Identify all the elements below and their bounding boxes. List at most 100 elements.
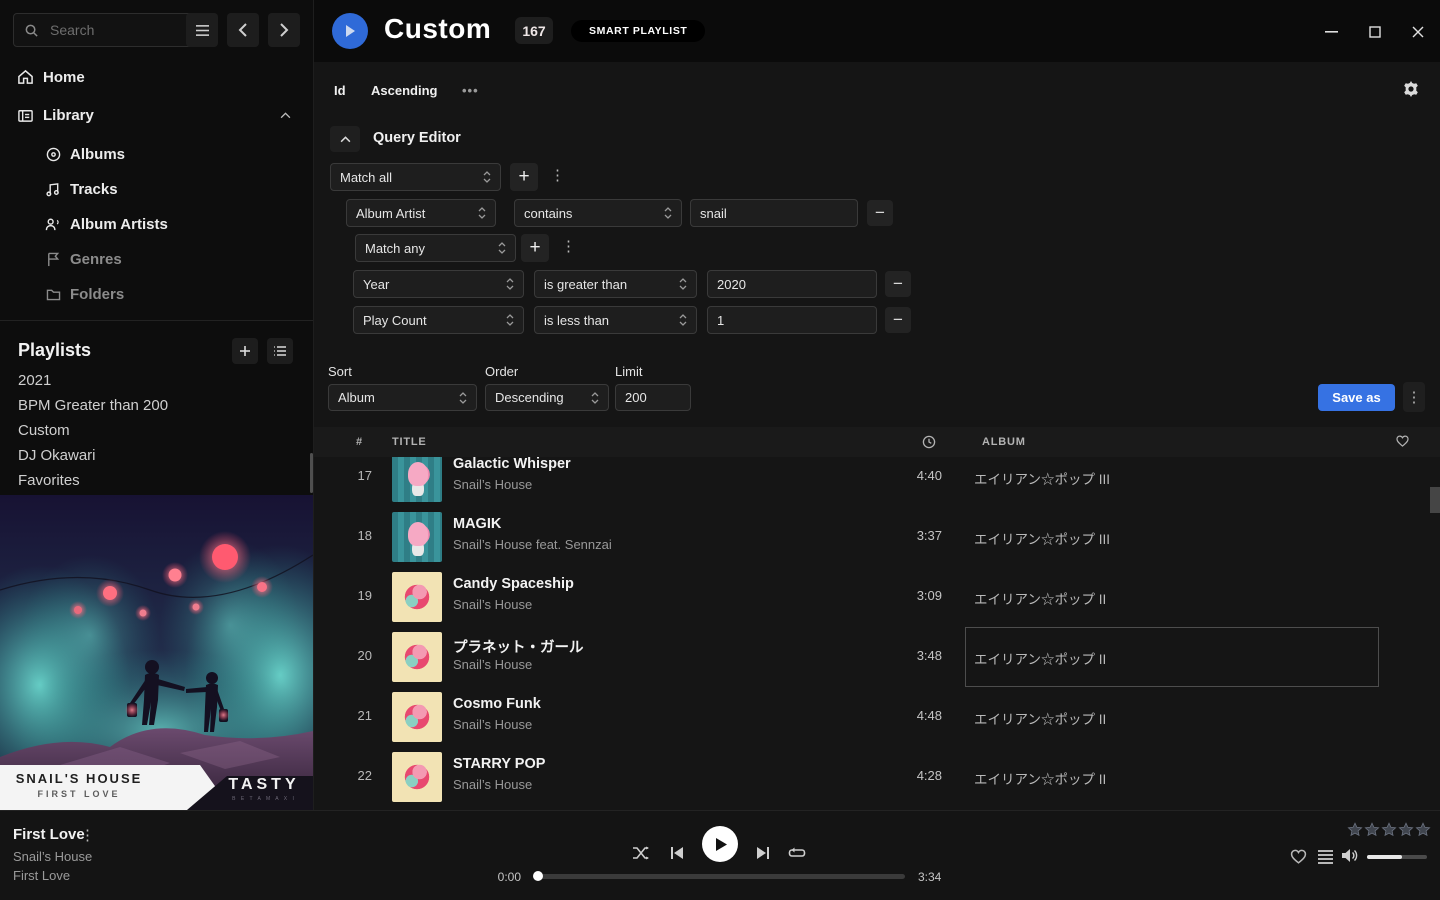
track-artwork [392, 632, 442, 682]
group-menu-kebab[interactable]: ⋮ [561, 239, 576, 254]
maximize-button[interactable] [1361, 22, 1389, 42]
rule-value-input[interactable]: 2020 [707, 270, 877, 298]
favorite-button[interactable] [1290, 849, 1307, 869]
rule-value-input[interactable]: 1 [707, 306, 877, 334]
track-artist: Snail’s House [453, 597, 532, 612]
remove-rule-button[interactable]: − [867, 200, 893, 226]
track-album: エイリアン☆ポップ III [974, 468, 1110, 488]
main-panel: Custom 167 SMART PLAYLIST Id Ascending •… [314, 0, 1440, 810]
rule-operator-select[interactable]: is less than [534, 306, 697, 334]
add-rule-button[interactable]: + [510, 163, 538, 191]
search-input[interactable] [48, 21, 162, 39]
forward-button[interactable] [268, 13, 300, 47]
now-playing-menu-kebab[interactable]: ⋮ [80, 828, 95, 843]
now-playing-artwork[interactable]: SNAIL'S HOUSE FIRST LOVE TASTY B E T A M… [0, 495, 313, 810]
col-title[interactable]: TITLE [392, 436, 427, 448]
tracklist-scrollbar[interactable] [1430, 487, 1440, 513]
group-menu-kebab[interactable]: ⋮ [550, 168, 565, 183]
chevron-right-icon [279, 23, 289, 37]
sidebar-item-tracks[interactable]: Tracks [0, 174, 313, 204]
sort-field-label[interactable]: Id [334, 83, 346, 98]
sort-direction-label[interactable]: Ascending [371, 83, 437, 98]
limit-input[interactable]: 200 [615, 384, 691, 411]
chevron-up-icon[interactable] [280, 112, 291, 119]
seek-bar[interactable] [535, 874, 905, 879]
favorite-heart-column-icon[interactable] [1396, 435, 1409, 447]
volume-button[interactable] [1341, 847, 1360, 869]
duration-clock-icon[interactable] [922, 435, 936, 449]
rating-stars [1347, 822, 1431, 838]
playlist-item[interactable]: BPM Greater than 200 [18, 397, 288, 417]
track-artwork [392, 512, 442, 562]
rule-value-input[interactable]: snail [690, 199, 858, 227]
track-row[interactable]: 20 プラネット・ガール Snail’s House 3:48 エイリアン☆ポッ… [314, 627, 1426, 687]
remove-rule-button[interactable]: − [885, 307, 911, 333]
track-row[interactable]: 21 Cosmo Funk Snail’s House 4:48 エイリアン☆ポ… [314, 687, 1426, 747]
play-pause-button[interactable] [702, 826, 738, 862]
next-track-button[interactable] [753, 835, 773, 871]
sidebar-item-albums[interactable]: Albums [0, 139, 313, 169]
playlist-item[interactable]: 2021 [18, 372, 288, 392]
shuffle-button[interactable] [631, 835, 651, 871]
track-duration: 4:48 [872, 708, 942, 723]
close-button[interactable] [1404, 22, 1432, 42]
order-select[interactable]: Descending [485, 384, 609, 411]
save-as-button[interactable]: Save as [1318, 384, 1395, 411]
rule-field-select[interactable]: Year [353, 270, 524, 298]
more-options[interactable]: ••• [462, 83, 479, 98]
sidebar-item-home[interactable]: Home [0, 62, 313, 92]
star-icon[interactable] [1398, 822, 1414, 838]
rule-operator-select[interactable]: contains [514, 199, 682, 227]
query-editor-collapse-button[interactable] [330, 126, 360, 152]
now-playing-artist[interactable]: Snail’s House [13, 849, 92, 864]
rule-field-select[interactable]: Play Count [353, 306, 524, 334]
col-index[interactable]: # [356, 436, 363, 448]
now-playing-title[interactable]: First Love [13, 826, 85, 843]
track-row[interactable]: 19 Candy Spaceship Snail’s House 3:09 エイ… [314, 567, 1426, 627]
track-row[interactable]: 18 MAGIK Snail’s House feat. Sennzai 3:3… [314, 507, 1426, 567]
star-icon[interactable] [1415, 822, 1431, 838]
skip-previous-icon [670, 846, 684, 860]
track-row[interactable]: 17 Galactic Whisper Snail’s House 4:40 エ… [314, 457, 1426, 507]
add-playlist-button[interactable] [232, 338, 258, 364]
sidebar-divider [0, 320, 313, 321]
remove-rule-button[interactable]: − [885, 271, 911, 297]
col-album[interactable]: ALBUM [982, 436, 1026, 448]
play-playlist-button[interactable] [332, 13, 368, 49]
settings-gear-button[interactable] [1403, 81, 1419, 102]
plus-icon [239, 345, 251, 357]
playlist-item[interactable]: Favorites [18, 472, 288, 492]
rule-operator-select[interactable]: is greater than [534, 270, 697, 298]
queue-button[interactable] [1317, 849, 1334, 869]
sidebar-item-genres[interactable]: Genres [0, 244, 313, 274]
sidebar-item-folders[interactable]: Folders [0, 279, 313, 309]
track-row[interactable]: 22 STARRY POP Snail’s House 4:28 エイリアン☆ポ… [314, 747, 1426, 807]
match-mode-select[interactable]: Match all [330, 163, 501, 191]
track-artist: Snail’s House [453, 657, 532, 672]
star-icon[interactable] [1364, 822, 1380, 838]
sidebar-item-album-artists[interactable]: Album Artists [0, 209, 313, 239]
seek-knob[interactable] [533, 871, 543, 881]
star-icon[interactable] [1347, 822, 1363, 838]
previous-track-button[interactable] [667, 835, 687, 871]
menu-button[interactable] [186, 13, 218, 47]
playlist-item[interactable]: DJ Okawari [18, 447, 288, 467]
repeat-button[interactable] [787, 835, 807, 871]
volume-slider[interactable] [1367, 855, 1427, 859]
now-playing-album[interactable]: First Love [13, 868, 70, 883]
rule-field-select[interactable]: Album Artist [346, 199, 496, 227]
maximize-icon [1369, 26, 1381, 38]
match-mode-select[interactable]: Match any [355, 234, 516, 262]
back-button[interactable] [227, 13, 259, 47]
playlist-options-button[interactable] [267, 338, 293, 364]
playlist-item[interactable]: Custom [18, 422, 288, 442]
save-options-kebab[interactable]: ⋮ [1403, 382, 1425, 412]
folder-icon [46, 288, 61, 301]
sidebar-item-library[interactable]: Library [0, 100, 313, 130]
star-icon[interactable] [1381, 822, 1397, 838]
minimize-button[interactable] [1317, 22, 1345, 42]
search-box[interactable] [13, 13, 200, 47]
add-rule-button[interactable]: + [521, 234, 549, 262]
track-title: プラネット・ガール [453, 636, 584, 657]
sort-select[interactable]: Album [328, 384, 477, 411]
